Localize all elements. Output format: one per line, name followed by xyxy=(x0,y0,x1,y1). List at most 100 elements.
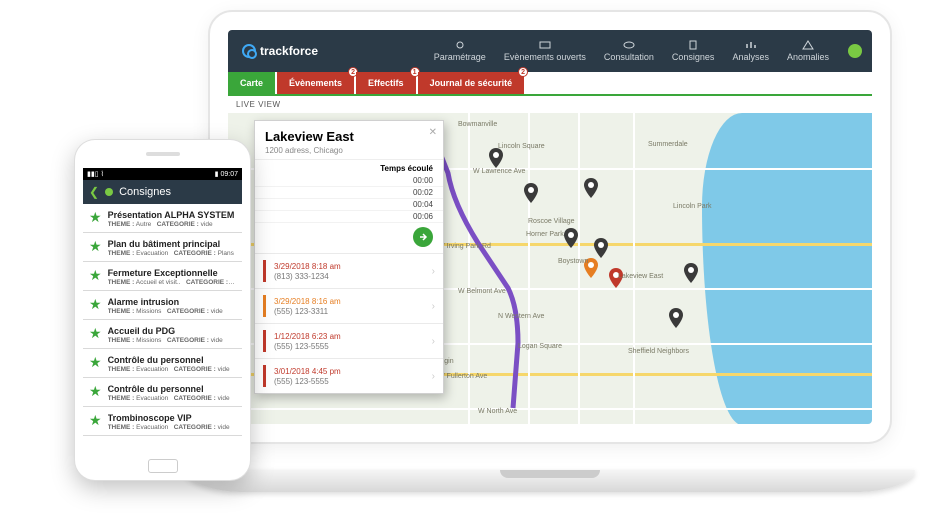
elapsed-row: 00:00 xyxy=(255,175,443,187)
popup-title: Lakeview East xyxy=(265,129,433,144)
list-item[interactable]: ★Trombinoscope VIPTHEME : Evacuation CAT… xyxy=(83,407,242,436)
item-title: Accueil du PDG xyxy=(108,326,236,336)
nav-consultation[interactable]: Consultation xyxy=(595,34,663,69)
call-phone: (555) 123-5555 xyxy=(274,342,329,351)
back-icon[interactable]: ❮ xyxy=(89,185,99,199)
list-item[interactable]: ★Contrôle du personnelTHEME : Evacuation… xyxy=(83,378,242,407)
item-meta: THEME : Evacuation CATEGORIE : Plans xyxy=(108,250,236,257)
elapsed-row: 00:02 xyxy=(255,187,443,199)
nav-consignes[interactable]: Consignes xyxy=(663,34,724,69)
tab-carte[interactable]: Carte xyxy=(228,72,275,94)
call-datetime: 3/29/2018 8:18 am xyxy=(274,262,424,271)
map-label: Lincoln Park xyxy=(673,203,712,210)
view-tabs: Carte Évènements2 Effectifs1 Journal de … xyxy=(228,72,872,96)
status-bar: ▮▮▯⌇ ▮09:07 xyxy=(83,168,242,180)
chevron-right-icon: › xyxy=(432,266,435,277)
chevron-right-icon: › xyxy=(432,301,435,312)
folder-icon xyxy=(539,40,551,50)
chart-icon xyxy=(745,40,757,50)
map-label: W Irving Park Rd xyxy=(438,243,491,250)
nav-analyses[interactable]: Analyses xyxy=(723,34,778,69)
phone-frame: ▮▮▯⌇ ▮09:07 ❮ Consignes ★ Présentation AL… xyxy=(75,140,250,480)
severity-bar xyxy=(263,260,266,282)
severity-bar xyxy=(263,365,266,387)
nav-parametrage[interactable]: Paramétrage xyxy=(425,34,495,69)
call-row[interactable]: 3/01/2018 4:45 pm(555) 123-5555› xyxy=(255,358,443,393)
call-row[interactable]: 3/29/2018 8:18 am(813) 333-1234 › xyxy=(255,253,443,288)
logo: trackforce xyxy=(228,44,332,58)
map-label: Lakeview East xyxy=(618,273,663,280)
map-label: Bowmanville xyxy=(458,121,497,128)
go-button[interactable] xyxy=(413,227,433,247)
eye-icon xyxy=(623,40,635,50)
list-item[interactable]: ★Accueil du PDGTHEME : Missions CATEGORI… xyxy=(83,320,242,349)
call-row[interactable]: 1/12/2018 6:23 am(555) 123-5555› xyxy=(255,323,443,358)
status-dot-icon xyxy=(105,188,113,196)
list-item[interactable]: ★Plan du bâtiment principalTHEME : Evacu… xyxy=(83,233,242,262)
map-label: N Western Ave xyxy=(498,313,544,320)
item-title: Alarme intrusion xyxy=(108,297,236,307)
map-label: W Belmont Ave xyxy=(458,288,506,295)
star-icon: ★ xyxy=(89,413,102,427)
list-item[interactable]: ★ Contrôle du personnelTHEME : Evacuation… xyxy=(83,349,242,378)
brand-text: trackforce xyxy=(260,44,318,58)
item-meta: THEME : Evacuation CATEGORIE : vide xyxy=(108,366,236,373)
tab-evenements[interactable]: Évènements2 xyxy=(277,72,354,94)
call-row[interactable]: 3/29/2018 8:16 am(555) 123-3311 › xyxy=(255,288,443,323)
call-datetime: 3/01/2018 4:45 pm xyxy=(274,367,424,376)
doc-icon xyxy=(687,40,699,50)
item-title: Contrôle du personnel xyxy=(108,355,236,365)
laptop-screen: trackforce Paramétrage Evènements ouvert… xyxy=(210,12,890,442)
nav-evenements[interactable]: Evènements ouverts xyxy=(495,34,595,69)
map-label: Summerdale xyxy=(648,141,688,148)
user-menu[interactable] xyxy=(848,44,862,58)
map-label: Logan Square xyxy=(518,343,562,350)
map-marker[interactable] xyxy=(583,178,599,198)
list-item[interactable]: ★ Présentation ALPHA SYSTEMTHEME : Autre … xyxy=(83,204,242,233)
map-label: Sheffield Neighbors xyxy=(628,348,689,355)
map-marker[interactable] xyxy=(668,308,684,328)
tab-journal[interactable]: Journal de sécurité2 xyxy=(418,72,525,94)
screen-title: Consignes xyxy=(119,186,171,198)
top-nav: trackforce Paramétrage Evènements ouvert… xyxy=(228,30,872,72)
nav-anomalies[interactable]: Anomalies xyxy=(778,34,838,69)
call-phone: (555) 123-3311 xyxy=(274,307,328,316)
badge: 2 xyxy=(518,67,528,77)
map-marker[interactable] xyxy=(523,183,539,203)
warning-icon xyxy=(802,40,814,50)
map-label: Lincoln Square xyxy=(498,143,545,150)
call-datetime: 3/29/2018 8:16 am xyxy=(274,297,424,306)
item-title: Présentation ALPHA SYSTEM xyxy=(108,210,236,220)
live-view-label: LIVE VIEW xyxy=(228,96,872,113)
item-meta: THEME : Evacuation CATEGORIE : vide xyxy=(108,395,236,402)
call-phone: (813) 333-1234 xyxy=(274,272,329,281)
star-icon: ★ xyxy=(89,268,102,282)
logo-icon xyxy=(242,44,256,58)
close-icon[interactable]: ✕ xyxy=(429,127,437,138)
map-label: Boystown xyxy=(558,258,588,265)
lake xyxy=(742,113,872,425)
map-marker[interactable] xyxy=(563,228,579,248)
star-icon: ★ xyxy=(89,355,102,369)
arrow-right-icon xyxy=(418,232,428,242)
chevron-right-icon: › xyxy=(432,371,435,382)
tab-effectifs[interactable]: Effectifs1 xyxy=(356,72,416,94)
map-label: W North Ave xyxy=(478,408,517,415)
clock: 09:07 xyxy=(220,171,238,178)
map-label: W Lawrence Ave xyxy=(473,168,525,175)
map-marker[interactable] xyxy=(488,148,504,168)
elapsed-row: 00:04 xyxy=(255,199,443,211)
list-item[interactable]: ★Fermeture ExceptionnelleTHEME : Accueil… xyxy=(83,262,242,291)
item-meta: THEME : Autre CATEGORIE : vide xyxy=(108,221,236,228)
battery-icon: ▮ xyxy=(215,170,219,178)
star-icon: ★ xyxy=(89,326,102,340)
map-label: W Fullerton Ave xyxy=(438,373,487,380)
elapsed-label: Temps écoulé xyxy=(255,160,443,175)
star-icon: ★ xyxy=(89,384,102,398)
star-icon: ★ xyxy=(89,239,102,253)
map-label: Roscoe Village xyxy=(528,218,575,225)
map-marker[interactable] xyxy=(683,263,699,283)
star-icon: ★ xyxy=(89,210,102,224)
map-marker[interactable] xyxy=(593,238,609,258)
list-item[interactable]: ★Alarme intrusionTHEME : Missions CATEGO… xyxy=(83,291,242,320)
